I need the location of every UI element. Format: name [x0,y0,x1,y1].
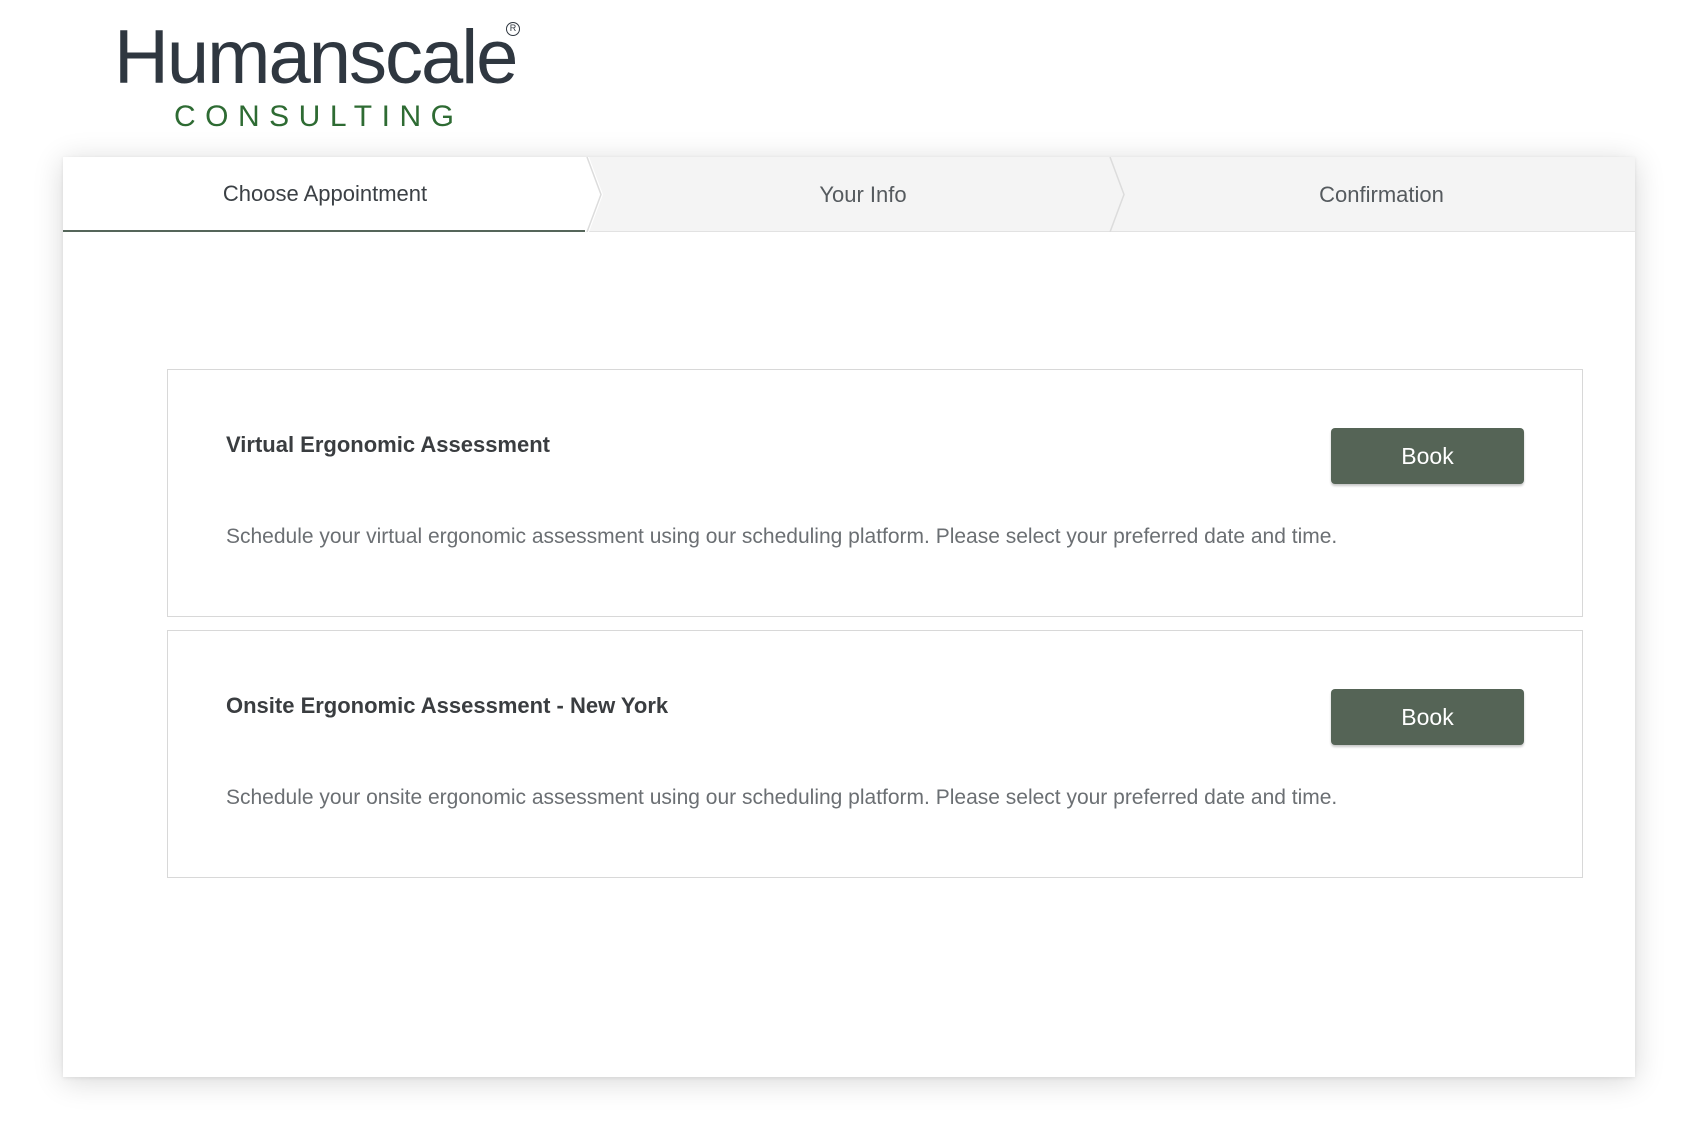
book-virtual-button[interactable]: Book [1331,428,1524,484]
booking-stepper: Your Info Confirmation Choose Appointmen… [63,157,1635,232]
step-confirmation[interactable]: Confirmation [1128,157,1635,232]
humanscale-logo: Humanscale R CONSULTING [114,20,534,140]
booking-card: Your Info Confirmation Choose Appointmen… [63,157,1635,1077]
step-chevron-icon [1109,157,1125,232]
registered-trademark-icon: R [506,22,520,36]
appointment-description: Schedule your onsite ergonomic assessmen… [226,786,1338,809]
appointment-option-virtual: Virtual Ergonomic Assessment Book Schedu… [167,369,1583,617]
step-your-info[interactable]: Your Info [603,157,1123,232]
appointment-option-onsite: Onsite Ergonomic Assessment - New York B… [167,630,1583,878]
logo-wordmark: Humanscale [114,15,518,100]
appointment-description: Schedule your virtual ergonomic assessme… [226,525,1338,548]
step-chevron-icon [585,157,603,232]
appointment-title: Onsite Ergonomic Assessment - New York [226,693,669,718]
logo-subtitle: CONSULTING [174,100,464,133]
book-onsite-button[interactable]: Book [1331,689,1524,745]
step-choose-appointment[interactable]: Choose Appointment [63,157,587,232]
appointment-title: Virtual Ergonomic Assessment [226,432,550,457]
